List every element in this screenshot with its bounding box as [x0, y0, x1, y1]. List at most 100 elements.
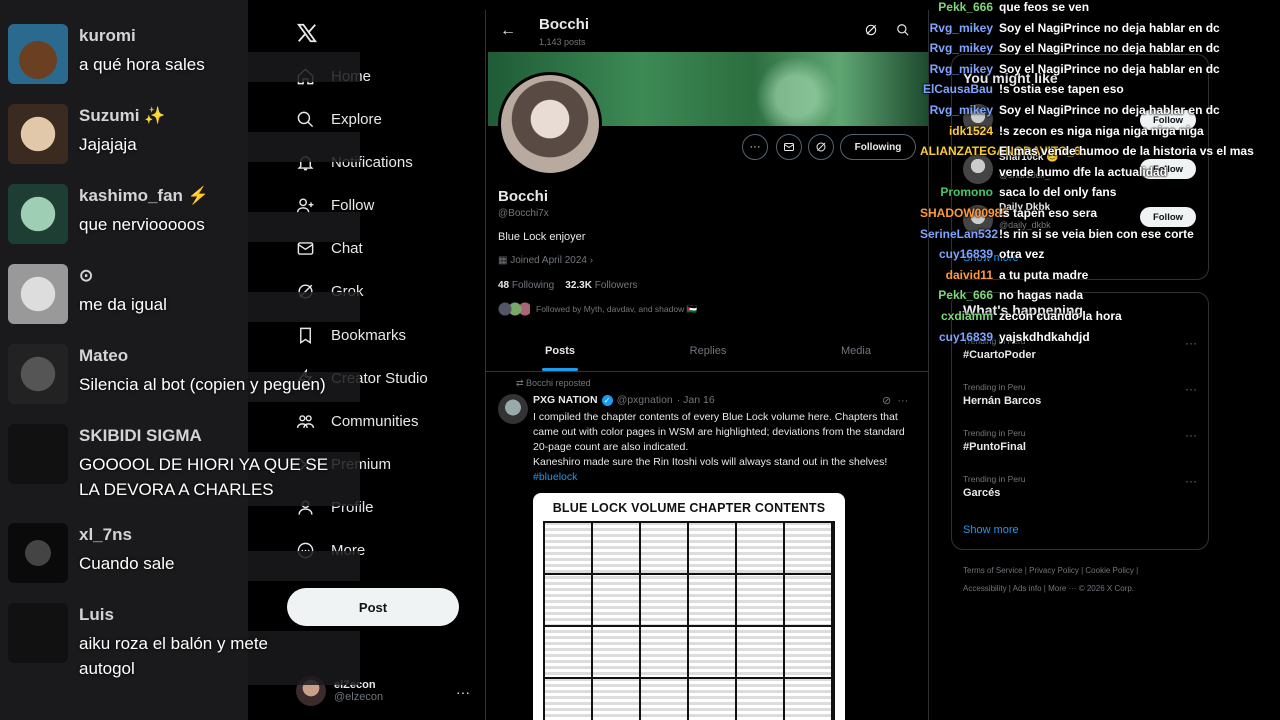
- trend-label: Trending in Peru: [963, 428, 1026, 438]
- stream-chat-line: Pekk_666 no hagas nada: [920, 288, 1280, 302]
- account-handle: @elzecon: [334, 691, 384, 703]
- chat-message: El mas vende humoo de la historia vs el …: [999, 144, 1254, 159]
- trend-item[interactable]: Trending in Peru Hernán Barcos: [963, 382, 1041, 407]
- chat-username[interactable]: ALIANZATEGANODAVITO_6...: [920, 144, 1091, 158]
- trend-label: Trending in Peru: [963, 382, 1026, 392]
- more-options-icon[interactable]: ···: [1185, 474, 1197, 488]
- chat-message: otra vez: [999, 247, 1045, 262]
- tweet-author-handle[interactable]: @pxgnation: [617, 394, 673, 406]
- tweet-author-avatar[interactable]: [498, 394, 528, 424]
- followed-by[interactable]: Followed by Myth, davdav, and shadow 🇵🇸: [498, 302, 697, 316]
- more-options-icon[interactable]: ···: [897, 395, 908, 407]
- more-options-icon[interactable]: ···: [742, 134, 768, 160]
- comment-message: Jajajaja: [79, 135, 137, 154]
- chat-message: zecon cuando la hora: [999, 309, 1122, 323]
- chat-message: !s zecon es niga niga niga niga niga: [999, 123, 1204, 138]
- grok-icon[interactable]: ⊘: [882, 395, 891, 407]
- more-options-icon[interactable]: ···: [1185, 382, 1197, 396]
- verified-badge-icon: ✓: [601, 394, 613, 406]
- comment-message: GOOOOL DE HIORI YA QUE SE: [79, 455, 329, 474]
- comment-row: SKIBIDI SIGMA GOOOOL DE HIORI YA QUE SE LA…: [0, 424, 360, 499]
- chat-username[interactable]: Rvg_mikey: [920, 103, 993, 117]
- followers-link[interactable]: 32.3K Followers: [565, 280, 637, 291]
- tab-media[interactable]: Media: [782, 332, 928, 371]
- tweet-image[interactable]: BLUE LOCK VOLUME CHAPTER CONTENTS: [533, 493, 845, 720]
- chat-message: Soy el NagiPrince no deja hablar en dc: [999, 103, 1220, 117]
- stream-chat-line: Rvg_mikey Soy el NagiPrince no deja habla…: [920, 62, 1280, 76]
- profile-topbar: ← Bocchi 1,143 posts: [486, 10, 928, 52]
- comment-row: Luis aiku roza el balón y mete autogol: [0, 603, 360, 678]
- comment-message: a qué hora sales: [79, 55, 205, 74]
- comment-author: xl_7ns: [79, 525, 132, 544]
- stream-chat-line: cxdiamm zecon cuando la hora: [920, 309, 1280, 323]
- comment-message: Silencia al bot (copien y peguen): [79, 375, 326, 394]
- following-count: 48: [498, 280, 510, 291]
- chat-username[interactable]: Promono: [920, 185, 993, 199]
- chat-username[interactable]: Pekk_666: [920, 288, 993, 302]
- footer-links[interactable]: Terms of Service | Privacy Policy | Cook…: [963, 566, 1138, 575]
- comment-row: ⊙ me da igual: [0, 264, 360, 334]
- more-options-icon[interactable]: ···: [1185, 428, 1197, 442]
- chat-username[interactable]: cuy16839: [920, 330, 993, 344]
- stream-chat-line: idk1524 !s zecon es niga niga niga niga n…: [920, 124, 1280, 138]
- chat-username[interactable]: Pekk_666: [920, 0, 993, 14]
- message-button[interactable]: [776, 134, 802, 160]
- profile-stats: 48 Following 32.3K Followers: [498, 280, 638, 291]
- chat-username[interactable]: Rvg_mikey: [920, 21, 993, 35]
- chat-username[interactable]: Rvg_mikey: [920, 62, 993, 76]
- chat-username[interactable]: cxdiamm: [920, 309, 993, 323]
- following-button[interactable]: Following: [840, 134, 916, 160]
- tweet-date[interactable]: · Jan 16: [677, 394, 715, 406]
- tweet-image-title: BLUE LOCK VOLUME CHAPTER CONTENTS: [552, 501, 826, 515]
- trend-item[interactable]: Trending in Peru #PuntoFinal: [963, 428, 1026, 453]
- chat-message: vende humo dfe la actualidad: [999, 164, 1168, 179]
- chat-username[interactable]: daivid11: [920, 268, 993, 282]
- back-arrow-icon[interactable]: ←: [500, 22, 516, 40]
- followers-label: Followers: [594, 280, 638, 291]
- stream-chat-line: SerineLan532!s rin si se veia bien con e…: [920, 227, 1280, 241]
- chat-message: !s ostia ese tapen eso: [999, 82, 1124, 97]
- calendar-icon: ▦: [498, 255, 511, 266]
- tab-replies[interactable]: Replies: [634, 332, 782, 371]
- following-link[interactable]: 48 Following: [498, 280, 554, 291]
- chat-username[interactable]: Rvg_mikey: [920, 41, 993, 55]
- tab-posts[interactable]: Posts: [486, 332, 634, 371]
- comment-author: SKIBIDI SIGMA: [79, 426, 202, 445]
- grok-icon[interactable]: [808, 134, 834, 160]
- footer-links-2[interactable]: Accessibility | Ads info | More ··· © 20…: [963, 584, 1134, 593]
- avatar: [8, 184, 68, 244]
- stream-chat-line: Pekk_666 que feos se ven: [920, 0, 1280, 14]
- tweet-hashtag[interactable]: #bluelock: [533, 470, 919, 485]
- comment-row: Suzumi ✨ Jajajaja: [0, 104, 360, 174]
- tweet-author-name[interactable]: PXG NATION: [533, 394, 598, 406]
- chat-username[interactable]: cuy16839: [920, 247, 993, 261]
- comment-row: xl_7ns Cuando sale: [0, 523, 360, 593]
- comment-author: kashimo_fan ⚡: [79, 186, 209, 205]
- following-label: Following: [511, 280, 555, 291]
- chat-username[interactable]: SHADOW00985: [920, 206, 1008, 220]
- avatar: [8, 24, 68, 84]
- chat-message: !s tapen eso sera: [999, 206, 1098, 220]
- comment-author: Mateo: [79, 346, 129, 365]
- comment-message: me da igual: [79, 295, 167, 314]
- account-more-icon[interactable]: ···: [456, 684, 470, 700]
- chat-message: Soy el NagiPrince no deja hablar en dc: [999, 61, 1220, 76]
- stream-chat-line: ALIANZATEGANODAVITO_6...El mas vende hum…: [920, 144, 1280, 158]
- trend-item[interactable]: Trending in Peru Garcés: [963, 474, 1026, 499]
- profile-name: Bocchi: [498, 188, 549, 205]
- profile-handle: @Bocchi7x: [498, 208, 549, 219]
- chat-username[interactable]: SerineLan532: [920, 227, 998, 241]
- avatar: [8, 104, 68, 164]
- topbar-post-count: 1,143 posts: [539, 37, 586, 47]
- comment-author: kuromi: [79, 26, 136, 45]
- stream-chat-line: cuy16839 yajskdhdkahdjd: [920, 330, 1280, 344]
- comment-author: ⊙: [79, 266, 94, 285]
- search-icon[interactable]: [896, 23, 910, 37]
- chat-message: no hagas nada: [999, 288, 1084, 303]
- chat-username[interactable]: idk1524: [920, 124, 993, 138]
- tweet-image-grid: [543, 521, 835, 720]
- grok-icon[interactable]: [864, 23, 878, 37]
- chat-username[interactable]: ElCausaBau: [920, 82, 993, 96]
- profile-avatar[interactable]: [498, 72, 602, 176]
- trends-show-more-link[interactable]: Show more: [963, 524, 1019, 536]
